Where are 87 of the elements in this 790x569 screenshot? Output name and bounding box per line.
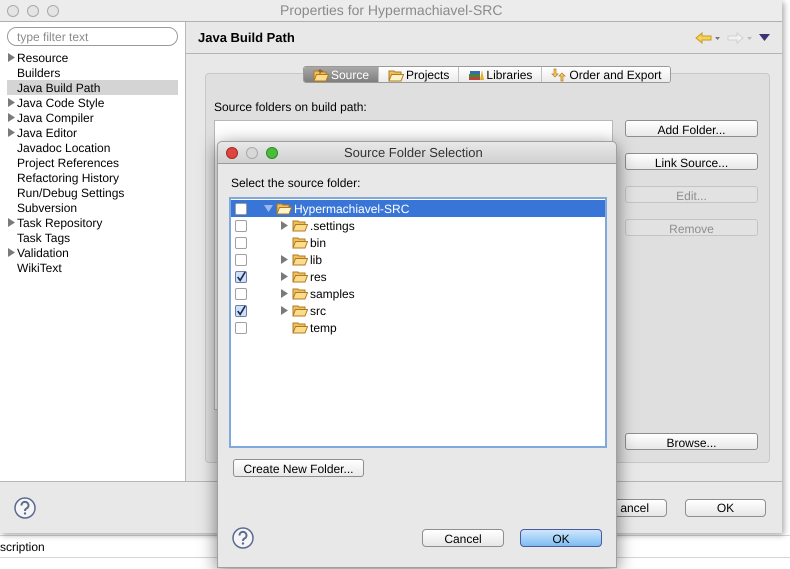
- collapsed-arrow-icon[interactable]: [280, 306, 289, 315]
- sidebar-item[interactable]: Resource: [7, 50, 178, 65]
- tree-row[interactable]: temp: [231, 319, 605, 336]
- tree-row[interactable]: samples: [231, 285, 605, 302]
- cancel-button[interactable]: Cancel: [422, 529, 504, 547]
- sidebar-item[interactable]: Java Build Path: [7, 80, 178, 95]
- tree-row[interactable]: res: [231, 268, 605, 285]
- folder-icon: [292, 253, 308, 266]
- sidebar-item[interactable]: Java Code Style: [7, 95, 178, 110]
- tree-row[interactable]: Hypermachiavel-SRC: [231, 200, 605, 217]
- page-title: Java Build Path: [198, 28, 296, 47]
- folder-label: lib: [310, 252, 322, 268]
- checkbox[interactable]: [235, 254, 247, 266]
- side-button[interactable]: Add Folder...: [625, 120, 758, 137]
- zoom-window-button[interactable]: [266, 146, 278, 158]
- side-button[interactable]: Link Source...: [625, 153, 758, 170]
- sidebar-item[interactable]: WikiText: [7, 260, 178, 275]
- arrows-icon: [551, 68, 568, 82]
- help-icon[interactable]: [232, 527, 254, 549]
- folder-label: .settings: [310, 218, 355, 234]
- folder-tree[interactable]: Hypermachiavel-SRC .settings bin lib res samples src temp: [229, 197, 607, 448]
- ok-button[interactable]: OK: [520, 529, 602, 547]
- folder-icon: [292, 270, 308, 283]
- collapsed-arrow-icon[interactable]: [280, 289, 289, 298]
- checkbox[interactable]: [235, 202, 247, 214]
- back-arrow-icon[interactable]: [695, 32, 721, 44]
- close-window-button[interactable]: [226, 146, 238, 158]
- folder-icon: [292, 287, 308, 300]
- collapsed-arrow-icon[interactable]: [280, 255, 289, 264]
- collapsed-arrow-icon[interactable]: [7, 248, 16, 257]
- folder-label: src: [310, 302, 326, 320]
- dialog-label: Select the source folder:: [231, 175, 362, 192]
- checkbox[interactable]: [235, 322, 247, 334]
- tab[interactable]: Libraries: [458, 67, 542, 82]
- sidebar-item[interactable]: Task Tags: [7, 230, 178, 245]
- folder-icon: [292, 321, 308, 334]
- sidebar-item[interactable]: Subversion: [7, 200, 178, 215]
- checkbox[interactable]: [235, 304, 247, 316]
- folder-icon: [388, 68, 404, 82]
- menu-dropdown-icon[interactable]: [759, 34, 770, 42]
- tree-row[interactable]: lib: [231, 251, 605, 268]
- tree-row[interactable]: bin: [231, 234, 605, 251]
- checkbox[interactable]: [235, 288, 247, 300]
- expanded-arrow-icon[interactable]: [264, 204, 273, 213]
- collapsed-arrow-icon[interactable]: [7, 218, 16, 227]
- tab[interactable]: Order and Export: [541, 67, 670, 82]
- sidebar-item[interactable]: Task Repository: [7, 215, 178, 230]
- ok-button[interactable]: OK: [685, 498, 766, 516]
- sidebar-item[interactable]: Project References: [7, 155, 178, 170]
- collapsed-arrow-icon[interactable]: [7, 98, 16, 107]
- checkbox[interactable]: [235, 220, 247, 232]
- folder-label: samples: [310, 286, 355, 302]
- forward-arrow-icon: [727, 32, 753, 44]
- folder-label: res: [310, 268, 327, 286]
- list-label: Source folders on build path:: [214, 99, 368, 116]
- collapsed-arrow-icon[interactable]: [7, 128, 16, 137]
- folder-label: bin: [310, 234, 326, 252]
- sidebar-item[interactable]: Run/Debug Settings: [7, 185, 178, 200]
- sidebar-item[interactable]: Java Editor: [7, 125, 178, 140]
- folder-icon: [292, 304, 308, 317]
- column-header: scription: [0, 538, 45, 556]
- folder-icon: [313, 68, 329, 82]
- sidebar-item[interactable]: Refactoring History: [7, 170, 178, 185]
- dialog-title: Source Folder Selection: [344, 144, 483, 162]
- tree-row[interactable]: .settings: [231, 217, 605, 234]
- checkbox[interactable]: [235, 270, 247, 282]
- sidebar-item[interactable]: Javadoc Location: [7, 140, 178, 155]
- collapsed-arrow-icon[interactable]: [280, 272, 289, 281]
- folder-icon: [292, 219, 308, 232]
- folder-label: Hypermachiavel-SRC: [294, 200, 410, 218]
- folder-icon: [292, 236, 308, 249]
- sidebar-item[interactable]: Validation: [7, 245, 178, 260]
- checkbox[interactable]: [235, 236, 247, 248]
- create-folder-button[interactable]: Create New Folder...: [233, 459, 364, 477]
- window-title: Properties for Hypermachiavel-SRC: [280, 1, 503, 20]
- folder-icon: [276, 202, 292, 215]
- help-icon[interactable]: [14, 496, 36, 518]
- sidebar-item[interactable]: Builders: [7, 65, 178, 80]
- collapsed-arrow-icon[interactable]: [280, 221, 289, 230]
- tab[interactable]: Projects: [378, 67, 458, 82]
- tree-row[interactable]: src: [231, 302, 605, 319]
- filter-field[interactable]: type filter text: [7, 27, 178, 46]
- sidebar-item[interactable]: Java Compiler: [7, 110, 178, 125]
- folder-label: temp: [310, 320, 337, 336]
- browse-button[interactable]: Browse...: [625, 433, 758, 450]
- collapsed-arrow-icon[interactable]: [7, 113, 16, 122]
- collapsed-arrow-icon[interactable]: [7, 53, 16, 62]
